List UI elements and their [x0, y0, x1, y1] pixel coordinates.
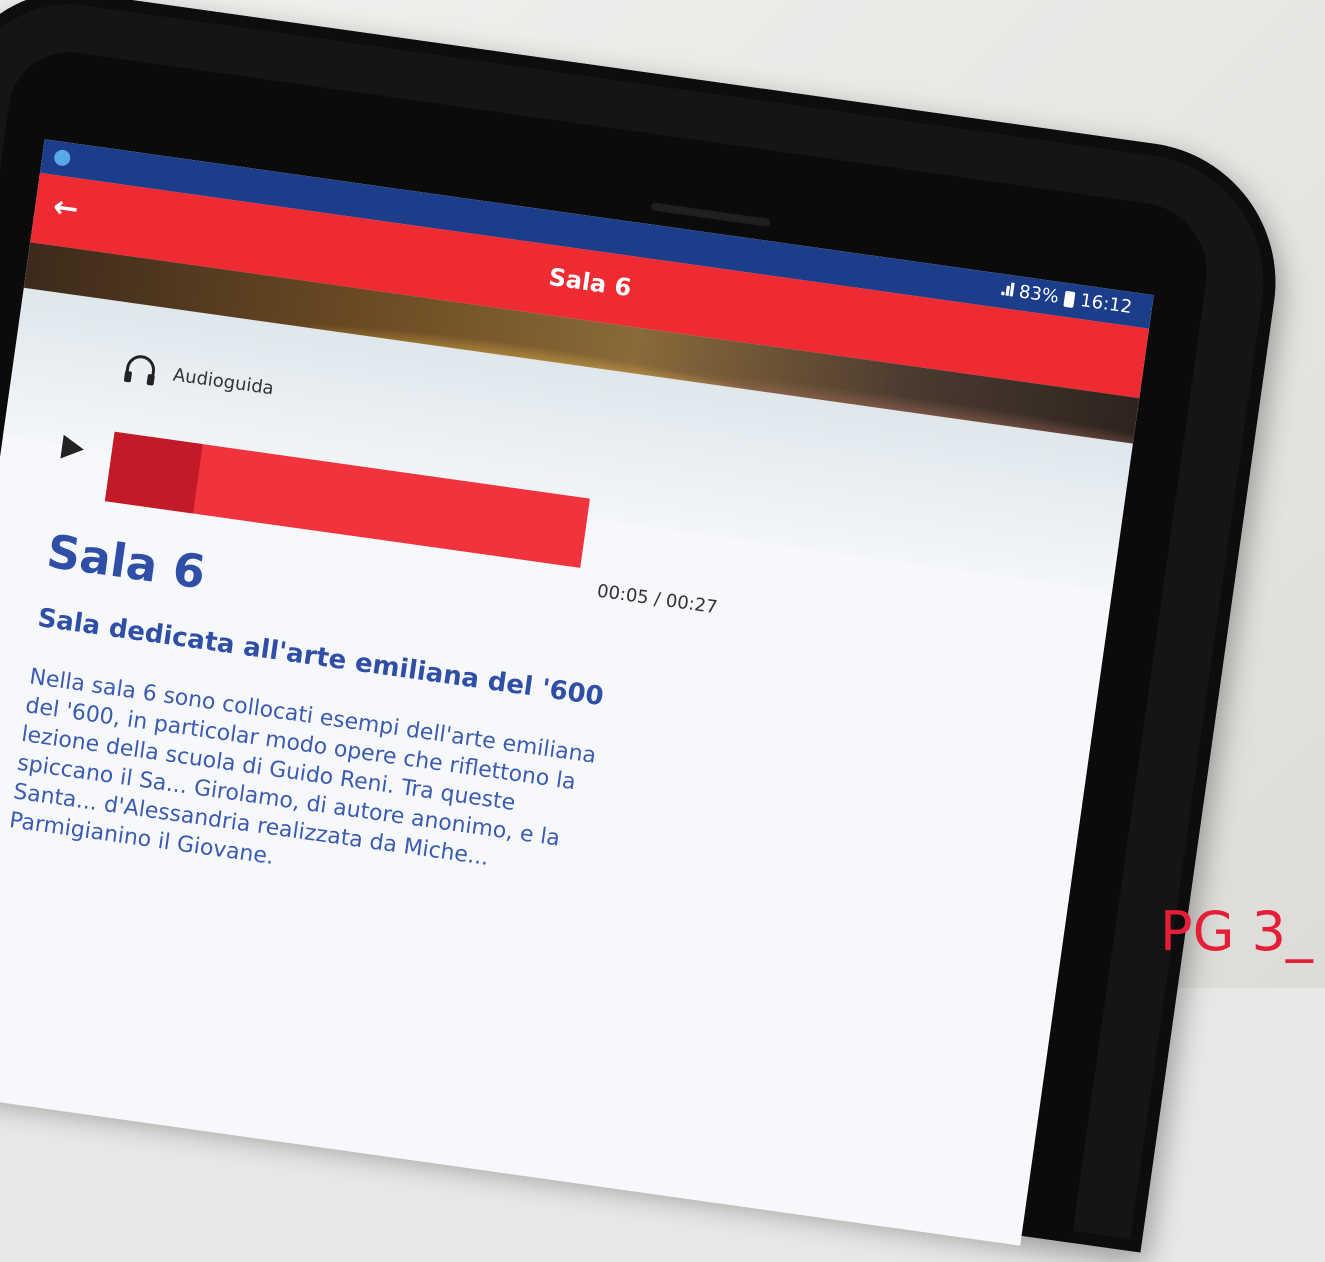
play-icon[interactable] [60, 434, 86, 462]
tablet-device: SAMSUNG .ıl 83% 16:12 ← Sala 6 Audiog [0, 0, 1294, 1253]
page-label: PG 3_ [1160, 900, 1313, 963]
signal-icon: .ıl [998, 278, 1015, 302]
clock: 16:12 [1078, 290, 1134, 319]
audio-progress-fill [104, 431, 203, 514]
battery-icon [1063, 290, 1076, 308]
battery-percent: 83% [1017, 281, 1061, 308]
page-title: Sala 6 [43, 523, 209, 600]
audio-time: 00:05 / 00:27 [595, 580, 719, 619]
headphones-icon [123, 355, 155, 386]
notification-icon [53, 148, 72, 167]
speaker-grille [650, 202, 771, 227]
screen: .ıl 83% 16:12 ← Sala 6 Audioguida 00:05 … [0, 139, 1154, 1246]
